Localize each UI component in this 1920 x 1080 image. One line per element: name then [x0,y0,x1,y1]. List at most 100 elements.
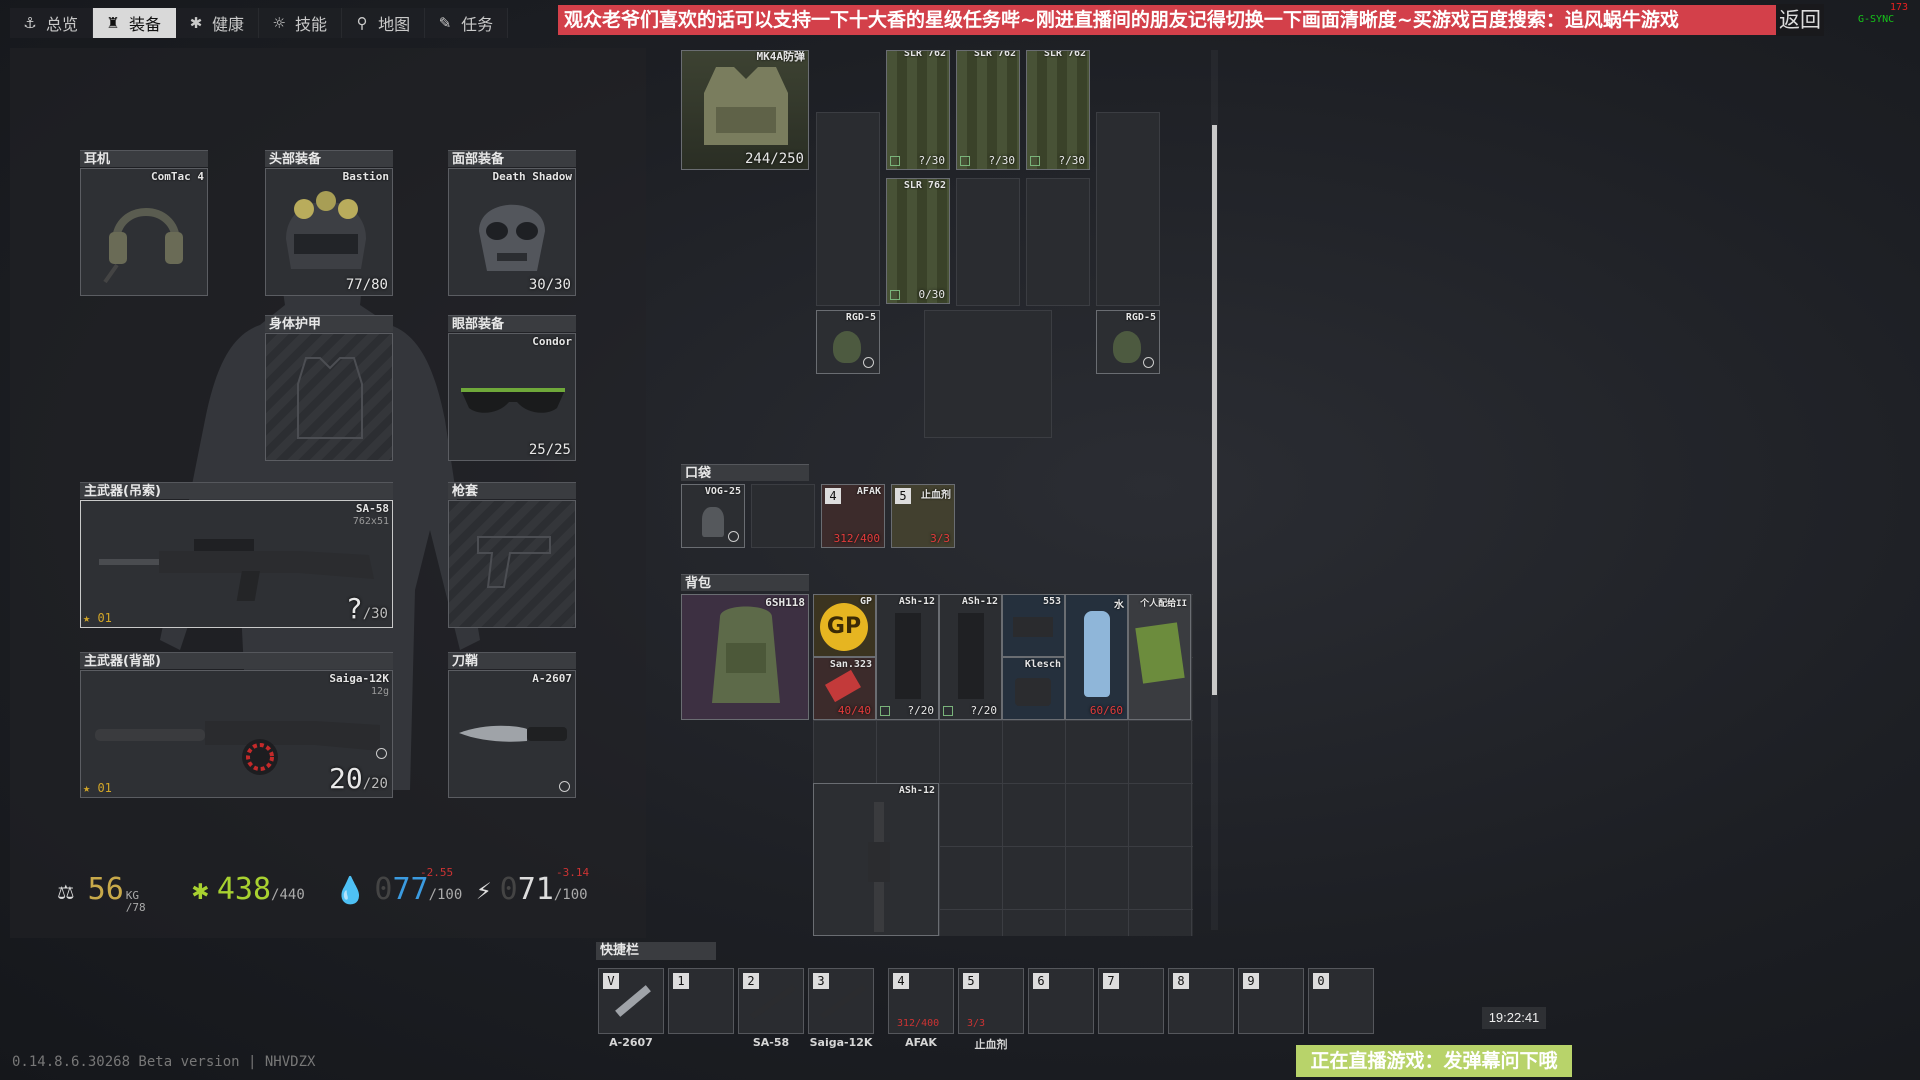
inspected-check-icon [728,531,739,542]
inventory-scrollbar[interactable] [1212,125,1217,695]
pistol-placeholder-icon [477,536,551,588]
primary-back-slot[interactable]: Saiga-12K 12g 20/20 ★ 01 [80,670,393,798]
pocket-hemostat[interactable]: 5 止血剂 3/3 [891,484,955,548]
quickslot-label: 止血剂 [974,1038,1008,1051]
mag-slr762[interactable]: SLR 762 ?/30 [956,50,1020,170]
eyewear-slot[interactable]: Condor 25/25 [448,333,576,461]
top-nav: ⚓ 总览 ♜ 装备 ✱ 健康 ☼ 技能 ⚲ 地图 ✎ 任务 [10,8,509,38]
mag-slr762[interactable]: SLR 762 ?/30 [886,50,950,170]
quickslot-4[interactable]: 4 312/400 [888,968,954,1034]
inspected-check-icon [559,781,570,792]
scabbard-header: 刀鞘 [448,652,576,669]
vest-name: MK4A防弹 [756,50,806,63]
backpack-icon [712,606,780,703]
rig-slot[interactable] [956,178,1020,306]
facecover-slot[interactable]: Death Shadow 30/30 [448,168,576,296]
health-stat: ✱ 438 /440 [192,872,305,907]
quickslot-9[interactable]: 9 [1238,968,1304,1034]
grenade-rgd5[interactable]: RGD-5 [816,310,880,374]
gsync-indicator: G-SYNC [1858,14,1895,25]
backpack-header: 背包 [681,574,809,591]
gp-coin-icon: GP [820,603,868,651]
primary-sling-slot[interactable]: SA-58 762x51 ?/30 ★ 01 [80,500,393,628]
saiga-caliber: 12g [370,686,389,697]
quickslot-0[interactable]: 0 [1308,968,1374,1034]
tab-overview[interactable]: ⚓ 总览 [10,8,94,38]
weight-stat: ⚖ 56 KG/78 [58,872,146,914]
inspected-check-icon [863,357,874,368]
rig-slot[interactable] [816,112,880,306]
mag-slr762[interactable]: SLR 762 ?/30 [1026,50,1090,170]
eyewear-name: Condor [532,335,572,348]
backpack-6sh118[interactable]: 6SH118 [681,594,809,720]
tab-map[interactable]: ⚲ 地图 [342,8,426,38]
backpack-ash12-mag[interactable]: ASh-12 ?/20 [939,594,1002,720]
backpack-klesch[interactable]: Klesch [1002,657,1065,720]
tab-health[interactable]: ✱ 健康 [176,8,260,38]
backpack-ration[interactable]: 个人配给II [1128,594,1191,720]
quickslot-1[interactable]: 1 [668,968,734,1034]
headwear-slot[interactable]: Bastion 77/80 [265,168,393,296]
hydration-stat: 💧 0 77 /100 -2.55 [334,866,463,907]
primary-back-header: 主武器(背部) [80,652,393,669]
rifle-icon [99,539,374,601]
saiga-ammo: 20/20 [328,762,388,795]
facecover-name: Death Shadow [492,170,572,183]
weight-icon: ⚖ [58,876,74,906]
backpack-ash12-rifle[interactable]: ASh-12 [813,783,939,936]
mag-slr762[interactable]: SLR 762 0/30 [886,178,950,304]
pockets-header: 口袋 [681,464,809,481]
rig-slot[interactable] [1026,178,1090,306]
quickslot-3[interactable]: 3 [808,968,874,1034]
stim-icon [825,669,861,703]
backpack-553-sight[interactable]: 553 [1002,594,1065,657]
water-bottle-icon [1084,611,1110,697]
task-icon: ✎ [438,14,452,32]
headwear-header: 头部装备 [265,150,393,167]
quickslot-v[interactable]: V [598,968,664,1034]
quickslot-7[interactable]: 7 [1098,968,1164,1034]
skull-mask-icon [479,204,545,271]
pocket-afak[interactable]: 4 AFAK 312/400 [821,484,885,548]
rig-slot[interactable] [1096,112,1160,306]
return-button[interactable]: 返回 [1776,4,1824,36]
vest-item[interactable]: MK4A防弹 244/250 [681,50,809,170]
quickslot-label: AFAK [905,1036,937,1049]
backpack-ash12-mag[interactable]: ASh-12 ?/20 [876,594,939,720]
pocket-slot-empty[interactable] [751,484,815,548]
vest-placeholder-icon [297,357,363,439]
tab-skills[interactable]: ☼ 技能 [259,8,343,38]
scabbard-slot[interactable]: A-2607 [448,670,576,798]
magazine-icon [958,613,984,699]
bodyarmor-slot[interactable] [265,333,393,461]
sa58-caliber: 762x51 [352,516,389,527]
map-pin-icon: ⚲ [356,14,368,32]
anchor-icon: ⚓ [23,14,37,32]
tab-tasks[interactable]: ✎ 任务 [425,8,509,38]
tab-gear[interactable]: ♜ 装备 [93,8,177,38]
quickslot-5[interactable]: 5 3/3 [958,968,1024,1034]
earpiece-slot[interactable]: ComTac 4 [80,168,208,296]
facecover-durability: 30/30 [528,277,571,293]
rank-star-badge: ★ 01 [83,611,112,625]
magazine-icon [895,613,921,699]
backpack-san323[interactable]: San.323 40/40 [813,657,876,720]
grenade-rgd5[interactable]: RGD-5 [1096,310,1160,374]
quickslot-label: Saiga-12K [809,1036,873,1049]
rig-slot-large[interactable] [924,310,1052,438]
holster-slot[interactable] [448,500,576,628]
grenade-icon [833,331,861,363]
clock: 19:22:41 [1482,1007,1546,1029]
rifle-vertical-icon [868,802,890,932]
quickslot-8[interactable]: 8 [1168,968,1234,1034]
eyewear-durability: 25/25 [528,442,571,458]
sa58-ammo: ?/30 [345,592,388,625]
quickslot-6[interactable]: 6 [1028,968,1094,1034]
knife-icon [615,985,651,1017]
facecover-header: 面部装备 [448,150,576,167]
quickslot-2[interactable]: 2 [738,968,804,1034]
flashlight-icon [1015,678,1051,706]
backpack-water[interactable]: 水 60/60 [1065,594,1128,720]
pocket-vog25[interactable]: VOG-25 [681,484,745,548]
backpack-gp-coin[interactable]: GP GP [813,594,876,657]
